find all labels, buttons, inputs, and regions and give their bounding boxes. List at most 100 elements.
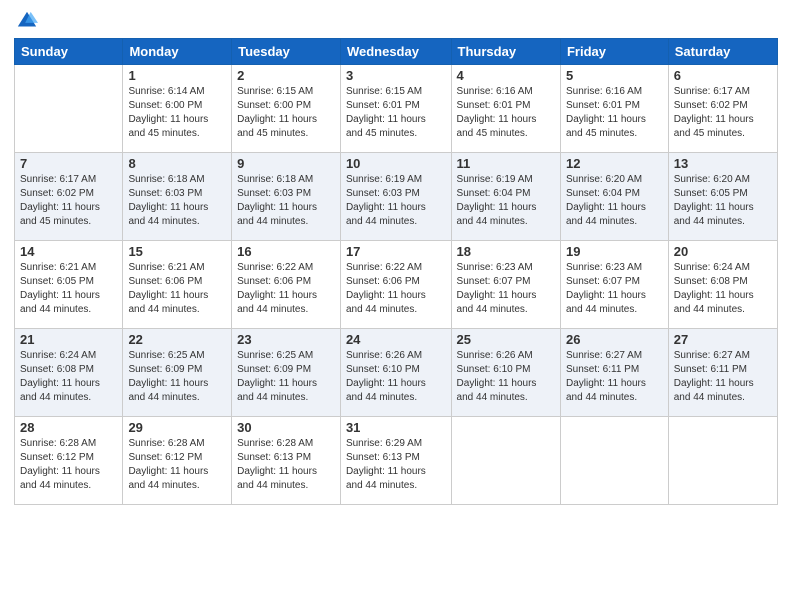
calendar-cell <box>451 417 560 505</box>
calendar-cell: 15 Sunrise: 6:21 AM Sunset: 6:06 PM Dayli… <box>123 241 232 329</box>
day-number: 2 <box>237 68 335 83</box>
day-info: Sunrise: 6:19 AM Sunset: 6:04 PM Dayligh… <box>457 173 555 229</box>
calendar-cell: 30 Sunrise: 6:28 AM Sunset: 6:13 PM Dayli… <box>232 417 341 505</box>
calendar-week-1: 7 Sunrise: 6:17 AM Sunset: 6:02 PM Daylig… <box>15 153 778 241</box>
calendar-cell: 22 Sunrise: 6:25 AM Sunset: 6:09 PM Dayli… <box>123 329 232 417</box>
header-friday: Friday <box>560 39 668 65</box>
logo-icon <box>16 10 38 32</box>
day-info: Sunrise: 6:26 AM Sunset: 6:10 PM Dayligh… <box>346 349 446 405</box>
calendar-cell <box>15 65 123 153</box>
calendar-cell: 18Sunrise: 6:23 AM Sunset: 6:07 PM Dayli… <box>451 241 560 329</box>
day-info: Sunrise: 6:17 AM Sunset: 6:02 PM Dayligh… <box>20 173 117 229</box>
day-number: 26 <box>566 332 663 347</box>
day-number: 16 <box>237 244 335 259</box>
day-info: Sunrise: 6:16 AM Sunset: 6:01 PM Dayligh… <box>566 85 663 141</box>
day-number: 11 <box>457 156 555 171</box>
day-number: 31 <box>346 420 446 435</box>
calendar-table: SundayMondayTuesdayWednesdayThursdayFrid… <box>14 38 778 505</box>
day-info: Sunrise: 6:23 AM Sunset: 6:07 PM Dayligh… <box>566 261 663 317</box>
calendar-cell <box>560 417 668 505</box>
header-wednesday: Wednesday <box>340 39 451 65</box>
day-number: 20 <box>674 244 772 259</box>
day-number: 17 <box>346 244 446 259</box>
calendar-cell: 13 Sunrise: 6:20 AM Sunset: 6:05 PM Dayli… <box>668 153 777 241</box>
calendar-cell: 2 Sunrise: 6:15 AM Sunset: 6:00 PM Daylig… <box>232 65 341 153</box>
calendar-cell: 29 Sunrise: 6:28 AM Sunset: 6:12 PM Dayli… <box>123 417 232 505</box>
day-number: 3 <box>346 68 446 83</box>
day-number: 22 <box>128 332 226 347</box>
day-number: 7 <box>20 156 117 171</box>
day-number: 4 <box>457 68 555 83</box>
calendar-week-2: 14 Sunrise: 6:21 AM Sunset: 6:05 PM Dayli… <box>15 241 778 329</box>
calendar-cell: 24 Sunrise: 6:26 AM Sunset: 6:10 PM Dayli… <box>340 329 451 417</box>
day-info: Sunrise: 6:18 AM Sunset: 6:03 PM Dayligh… <box>237 173 335 229</box>
calendar-cell: 21Sunrise: 6:24 AM Sunset: 6:08 PM Dayli… <box>15 329 123 417</box>
day-number: 15 <box>128 244 226 259</box>
header-saturday: Saturday <box>668 39 777 65</box>
day-number: 12 <box>566 156 663 171</box>
day-info: Sunrise: 6:19 AM Sunset: 6:03 PM Dayligh… <box>346 173 446 229</box>
day-info: Sunrise: 6:21 AM Sunset: 6:05 PM Dayligh… <box>20 261 117 317</box>
day-number: 5 <box>566 68 663 83</box>
day-info: Sunrise: 6:17 AM Sunset: 6:02 PM Dayligh… <box>674 85 772 141</box>
calendar-cell: 19Sunrise: 6:23 AM Sunset: 6:07 PM Dayli… <box>560 241 668 329</box>
day-info: Sunrise: 6:28 AM Sunset: 6:13 PM Dayligh… <box>237 437 335 493</box>
day-info: Sunrise: 6:26 AM Sunset: 6:10 PM Dayligh… <box>457 349 555 405</box>
calendar-week-3: 21Sunrise: 6:24 AM Sunset: 6:08 PM Dayli… <box>15 329 778 417</box>
day-info: Sunrise: 6:16 AM Sunset: 6:01 PM Dayligh… <box>457 85 555 141</box>
page: SundayMondayTuesdayWednesdayThursdayFrid… <box>0 0 792 612</box>
day-number: 28 <box>20 420 117 435</box>
calendar-cell: 27Sunrise: 6:27 AM Sunset: 6:11 PM Dayli… <box>668 329 777 417</box>
day-info: Sunrise: 6:27 AM Sunset: 6:11 PM Dayligh… <box>566 349 663 405</box>
calendar-cell: 1 Sunrise: 6:14 AM Sunset: 6:00 PM Daylig… <box>123 65 232 153</box>
header-monday: Monday <box>123 39 232 65</box>
day-number: 9 <box>237 156 335 171</box>
day-number: 30 <box>237 420 335 435</box>
calendar-cell: 26 Sunrise: 6:27 AM Sunset: 6:11 PM Dayli… <box>560 329 668 417</box>
day-info: Sunrise: 6:28 AM Sunset: 6:12 PM Dayligh… <box>128 437 226 493</box>
day-info: Sunrise: 6:20 AM Sunset: 6:05 PM Dayligh… <box>674 173 772 229</box>
day-info: Sunrise: 6:21 AM Sunset: 6:06 PM Dayligh… <box>128 261 226 317</box>
calendar-cell: 8 Sunrise: 6:18 AM Sunset: 6:03 PM Daylig… <box>123 153 232 241</box>
header-sunday: Sunday <box>15 39 123 65</box>
day-number: 13 <box>674 156 772 171</box>
logo <box>14 10 38 32</box>
day-number: 8 <box>128 156 226 171</box>
day-info: Sunrise: 6:20 AM Sunset: 6:04 PM Dayligh… <box>566 173 663 229</box>
day-number: 14 <box>20 244 117 259</box>
day-info: Sunrise: 6:15 AM Sunset: 6:00 PM Dayligh… <box>237 85 335 141</box>
calendar-header-row: SundayMondayTuesdayWednesdayThursdayFrid… <box>15 39 778 65</box>
day-number: 23 <box>237 332 335 347</box>
calendar-cell: 12 Sunrise: 6:20 AM Sunset: 6:04 PM Dayli… <box>560 153 668 241</box>
day-info: Sunrise: 6:18 AM Sunset: 6:03 PM Dayligh… <box>128 173 226 229</box>
calendar-cell: 4 Sunrise: 6:16 AM Sunset: 6:01 PM Daylig… <box>451 65 560 153</box>
calendar-cell: 11 Sunrise: 6:19 AM Sunset: 6:04 PM Dayli… <box>451 153 560 241</box>
calendar-cell: 16Sunrise: 6:22 AM Sunset: 6:06 PM Dayli… <box>232 241 341 329</box>
calendar-cell: 25 Sunrise: 6:26 AM Sunset: 6:10 PM Dayli… <box>451 329 560 417</box>
calendar-week-4: 28 Sunrise: 6:28 AM Sunset: 6:12 PM Dayli… <box>15 417 778 505</box>
day-number: 6 <box>674 68 772 83</box>
day-info: Sunrise: 6:27 AM Sunset: 6:11 PM Dayligh… <box>674 349 772 405</box>
calendar-cell: 14 Sunrise: 6:21 AM Sunset: 6:05 PM Dayli… <box>15 241 123 329</box>
calendar-cell: 20Sunrise: 6:24 AM Sunset: 6:08 PM Dayli… <box>668 241 777 329</box>
day-number: 25 <box>457 332 555 347</box>
day-number: 24 <box>346 332 446 347</box>
day-number: 18 <box>457 244 555 259</box>
day-number: 10 <box>346 156 446 171</box>
day-info: Sunrise: 6:25 AM Sunset: 6:09 PM Dayligh… <box>128 349 226 405</box>
header-thursday: Thursday <box>451 39 560 65</box>
day-info: Sunrise: 6:25 AM Sunset: 6:09 PM Dayligh… <box>237 349 335 405</box>
calendar-cell: 28Sunrise: 6:28 AM Sunset: 6:12 PM Dayli… <box>15 417 123 505</box>
day-number: 1 <box>128 68 226 83</box>
calendar-cell: 3Sunrise: 6:15 AM Sunset: 6:01 PM Daylig… <box>340 65 451 153</box>
calendar-cell <box>668 417 777 505</box>
calendar-cell: 6 Sunrise: 6:17 AM Sunset: 6:02 PM Daylig… <box>668 65 777 153</box>
calendar-cell: 9 Sunrise: 6:18 AM Sunset: 6:03 PM Daylig… <box>232 153 341 241</box>
day-info: Sunrise: 6:29 AM Sunset: 6:13 PM Dayligh… <box>346 437 446 493</box>
calendar-cell: 5 Sunrise: 6:16 AM Sunset: 6:01 PM Daylig… <box>560 65 668 153</box>
calendar-cell: 7 Sunrise: 6:17 AM Sunset: 6:02 PM Daylig… <box>15 153 123 241</box>
day-number: 29 <box>128 420 226 435</box>
calendar-cell: 10 Sunrise: 6:19 AM Sunset: 6:03 PM Dayli… <box>340 153 451 241</box>
day-info: Sunrise: 6:14 AM Sunset: 6:00 PM Dayligh… <box>128 85 226 141</box>
calendar-week-0: 1 Sunrise: 6:14 AM Sunset: 6:00 PM Daylig… <box>15 65 778 153</box>
